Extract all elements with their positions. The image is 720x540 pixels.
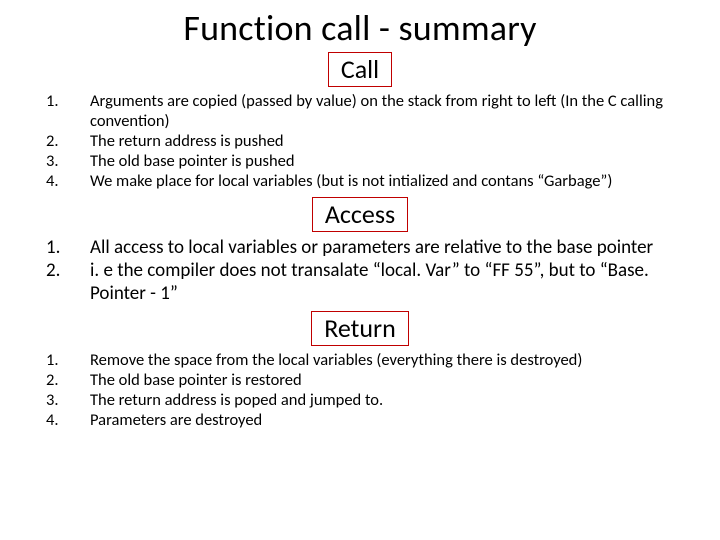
- item-text: Arguments are copied (passed by value) o…: [90, 91, 680, 131]
- list-item: 2.The old base pointer is restored: [40, 370, 680, 390]
- list-item: 4.Parameters are destroyed: [40, 410, 680, 430]
- item-number: 2.: [40, 259, 90, 282]
- list-item: 2.The return address is pushed: [40, 131, 680, 151]
- list-item: 2.i. e the compiler does not transalate …: [40, 259, 680, 305]
- list-item: 3.The return address is poped and jumped…: [40, 390, 680, 410]
- item-text: All access to local variables or paramet…: [90, 236, 680, 259]
- item-number: 4.: [40, 171, 90, 191]
- item-number: 2.: [40, 131, 90, 151]
- list-item: 1.All access to local variables or param…: [40, 236, 680, 259]
- list-item: 1.Remove the space from the local variab…: [40, 350, 680, 370]
- section-label-call: Call: [328, 52, 392, 87]
- item-text: The old base pointer is restored: [90, 370, 680, 390]
- item-number: 4.: [40, 410, 90, 430]
- section-label-return: Return: [311, 311, 409, 346]
- item-text: Remove the space from the local variable…: [90, 350, 680, 370]
- list-return: 1.Remove the space from the local variab…: [40, 350, 680, 431]
- item-number: 3.: [40, 390, 90, 410]
- list-call: 1.Arguments are copied (passed by value)…: [40, 91, 680, 192]
- item-text: The old base pointer is pushed: [90, 151, 680, 171]
- list-item: 1.Arguments are copied (passed by value)…: [40, 91, 680, 131]
- section-label-access: Access: [312, 197, 408, 232]
- slide-title: Function call - summary: [20, 6, 700, 50]
- list-item: 4.We make place for local variables (but…: [40, 171, 680, 191]
- list-access: 1.All access to local variables or param…: [40, 236, 680, 306]
- slide: Function call - summary Call 1.Arguments…: [0, 6, 720, 540]
- item-text: We make place for local variables (but i…: [90, 171, 680, 191]
- item-number: 2.: [40, 370, 90, 390]
- item-text: The return address is poped and jumped t…: [90, 390, 680, 410]
- item-number: 1.: [40, 236, 90, 259]
- item-number: 3.: [40, 151, 90, 171]
- item-text: Parameters are destroyed: [90, 410, 680, 430]
- item-number: 1.: [40, 350, 90, 370]
- item-number: 1.: [40, 91, 90, 111]
- item-text: i. e the compiler does not transalate “l…: [90, 259, 680, 305]
- item-text: The return address is pushed: [90, 131, 680, 151]
- list-item: 3.The old base pointer is pushed: [40, 151, 680, 171]
